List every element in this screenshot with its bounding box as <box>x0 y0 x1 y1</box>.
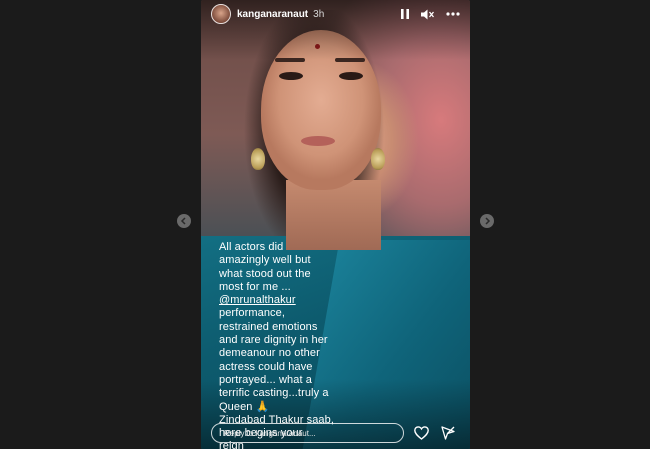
story-card[interactable]: kanganaranaut 3h All actors did amazingl… <box>201 0 470 449</box>
heart-icon <box>414 426 429 440</box>
story-controls <box>401 9 460 20</box>
mute-button[interactable] <box>421 9 434 20</box>
photo-eye-left <box>279 72 303 80</box>
reply-input[interactable]: Reply to kanganaranaut... <box>211 423 404 443</box>
share-button[interactable] <box>441 426 455 445</box>
photo-neck <box>286 180 381 250</box>
story-viewer: kanganaranaut 3h All actors did amazingl… <box>0 0 650 449</box>
photo-lips <box>301 136 335 146</box>
chevron-right-icon <box>485 217 491 225</box>
pause-button[interactable] <box>401 9 409 19</box>
photo-eye-right <box>339 72 363 80</box>
more-icon <box>446 12 460 16</box>
photo-earring-right <box>371 148 385 170</box>
pause-icon <box>401 9 409 19</box>
story-header: kanganaranaut 3h <box>211 4 460 24</box>
post-time: 3h <box>313 8 325 20</box>
send-icon <box>441 426 455 440</box>
mute-icon <box>421 9 434 19</box>
mention-link[interactable]: @mrunalthakur <box>219 294 296 306</box>
story-caption: All actors did amazingly well but what s… <box>219 241 369 449</box>
like-button[interactable] <box>414 426 429 445</box>
next-story-button[interactable] <box>480 214 494 228</box>
reply-placeholder: Reply to kanganaranaut... <box>224 428 316 438</box>
photo-earring-left <box>251 148 265 170</box>
avatar[interactable] <box>211 4 231 24</box>
chevron-left-icon <box>180 217 186 225</box>
more-options-button[interactable] <box>446 12 460 16</box>
caption-text-start: All actors did amazingly well but what s… <box>219 241 311 293</box>
username[interactable]: kanganaranaut <box>237 9 308 20</box>
previous-story-button[interactable] <box>177 214 191 228</box>
